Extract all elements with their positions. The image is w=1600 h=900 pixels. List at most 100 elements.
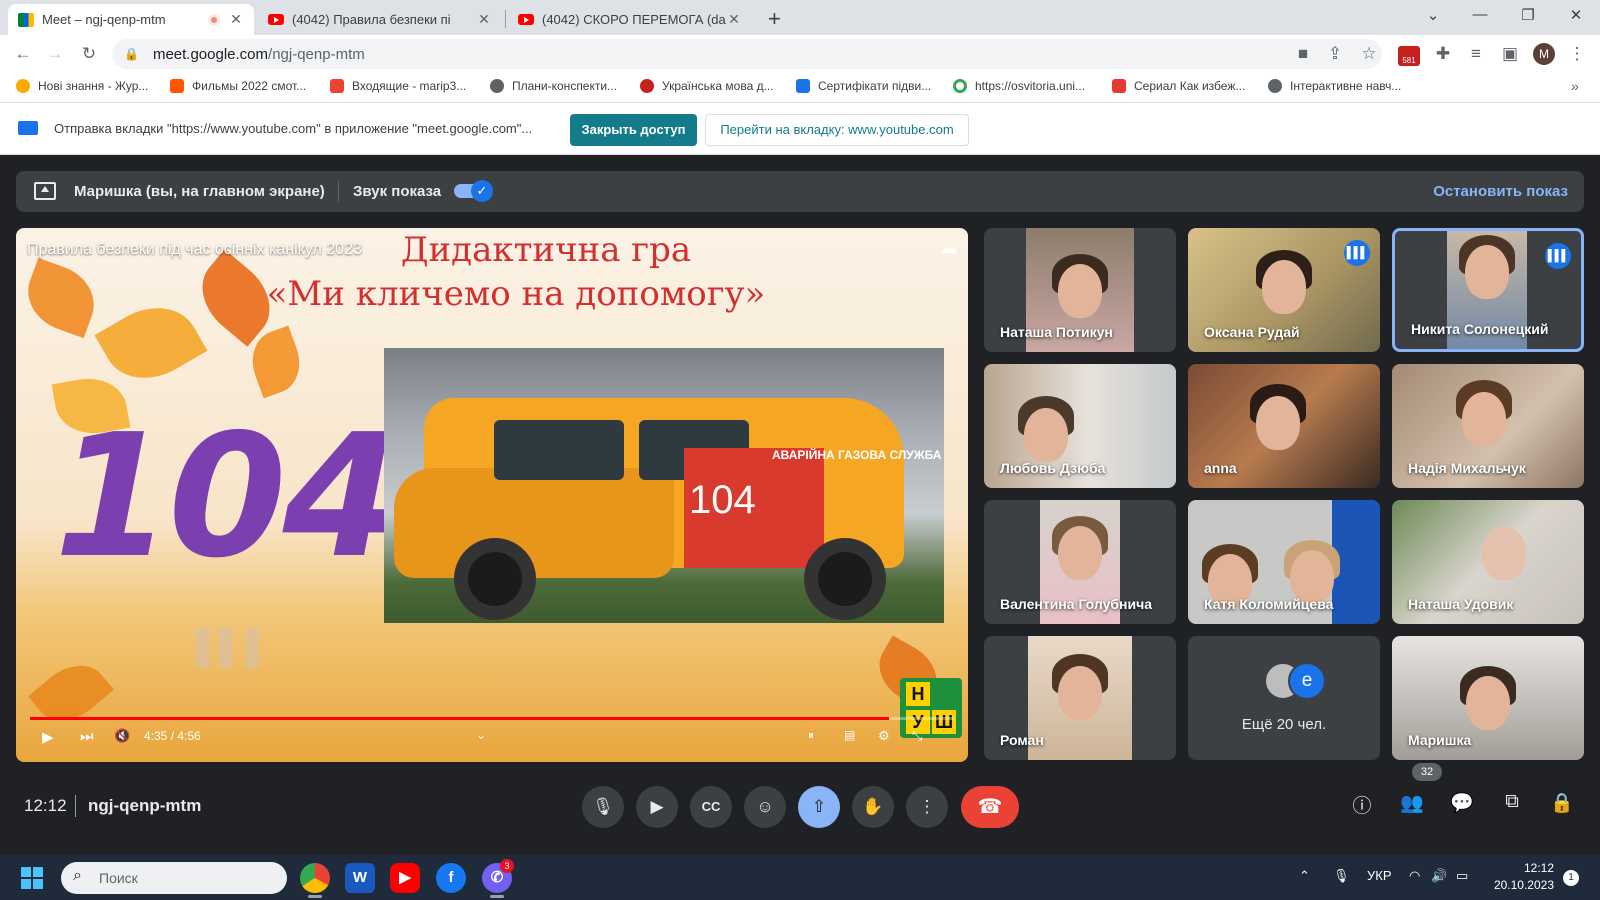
bookmark-item[interactable]: Фильмы 2022 смот...	[170, 79, 306, 93]
back-icon[interactable]: ←	[12, 44, 34, 64]
bookmark-star-icon[interactable]: ☆	[1358, 44, 1380, 64]
tab-youtube-dance[interactable]: (4042) СКОРО ПЕРЕМОГА (danc ✕	[508, 4, 752, 35]
tab-search-icon[interactable]: ⌄	[1418, 6, 1448, 24]
system-time[interactable]: 12:12	[1494, 861, 1554, 875]
participant-tile[interactable]: ▌▌▌ Никита Солонецкий	[1392, 228, 1584, 352]
address-bar[interactable]: 🔒 meet.google.com/ngj-qenp-mtm	[112, 39, 1382, 69]
participant-tile[interactable]: Любовь Дзюба	[984, 364, 1176, 488]
more-bookmarks-icon[interactable]: »	[1571, 78, 1579, 94]
system-date[interactable]: 20.10.2023	[1480, 878, 1554, 892]
shared-video[interactable]: Дидактична гра «Ми кличемо на допомогу» …	[16, 228, 968, 762]
bookmark-item[interactable]: Входящие - marip3...	[330, 79, 466, 93]
more-options-button[interactable]: ⋮	[906, 786, 948, 828]
bookmark-item[interactable]: Інтерактивне навч...	[1268, 79, 1401, 93]
participant-tile[interactable]: Валентина Голубнича	[984, 500, 1176, 624]
new-tab-button[interactable]: +	[768, 6, 781, 32]
video-progress-bar[interactable]	[30, 717, 954, 720]
youtube-icon[interactable]: ▶	[390, 863, 420, 893]
browser-toolbar: ← → ↻ 🔒 meet.google.com/ngj-qenp-mtm ■ ⇪…	[0, 35, 1600, 73]
bookmark-label: Нові знання - Жур...	[38, 79, 149, 93]
participant-tile[interactable]: Наташа Потикун	[984, 228, 1176, 352]
media-control-icon[interactable]: ≡	[1465, 44, 1487, 64]
more-participants-tile[interactable]: e Ещё 20 чел.	[1188, 636, 1380, 760]
subtitles-icon[interactable]: ▤	[844, 728, 855, 742]
share-page-icon[interactable]: ⇪	[1324, 44, 1346, 64]
settings-icon[interactable]: ⚙	[878, 728, 890, 744]
autoplay-icon[interactable]: ⏸	[808, 728, 814, 743]
reload-icon[interactable]: ↻	[78, 44, 100, 64]
mute-icon[interactable]: 🔇	[114, 728, 130, 744]
participant-name: Наташа Потикун	[1000, 324, 1113, 340]
language-indicator[interactable]: УКР	[1367, 868, 1392, 883]
participant-tile[interactable]: Катя Коломийцева	[1188, 500, 1380, 624]
share-arrow-icon[interactable]: ➦	[941, 238, 958, 263]
chrome-icon[interactable]	[300, 863, 330, 898]
word-icon[interactable]: W	[345, 863, 375, 893]
activities-icon[interactable]: ⧉	[1497, 791, 1527, 813]
participant-tile[interactable]: anna	[1188, 364, 1380, 488]
forward-icon[interactable]: →	[44, 44, 66, 64]
extensions-icon[interactable]: ✚	[1432, 44, 1454, 64]
participant-tile[interactable]: Надія Михальчук	[1392, 364, 1584, 488]
volume-icon[interactable]: 🔊	[1431, 868, 1447, 884]
battery-icon[interactable]: ▭	[1456, 868, 1468, 884]
fullscreen-exit-icon[interactable]: ⤡	[912, 728, 922, 744]
bookmark-item[interactable]: Нові знання - Жур...	[16, 79, 148, 93]
leave-call-button[interactable]: ☎	[961, 786, 1019, 828]
chevron-up-icon[interactable]: ⌃	[1299, 868, 1310, 884]
bookmark-item[interactable]: Сертифікати підви...	[796, 79, 931, 93]
extension-badge[interactable]: 581	[1398, 46, 1420, 66]
bookmark-item[interactable]: Українська мова д...	[640, 79, 774, 93]
profile-avatar[interactable]: M	[1533, 43, 1555, 65]
close-tab-icon[interactable]: ✕	[726, 11, 742, 28]
go-to-tab-button[interactable]: Перейти на вкладку: www.youtube.com	[705, 114, 969, 146]
tab-youtube-rules[interactable]: (4042) Правила безпеки пі ✕	[258, 4, 502, 35]
self-view-tile[interactable]: Маришка	[1392, 636, 1584, 760]
close-tab-icon[interactable]: ✕	[476, 11, 492, 28]
wifi-icon[interactable]: ◠	[1409, 868, 1420, 884]
raise-hand-button[interactable]: ✋	[852, 786, 894, 828]
facebook-icon[interactable]: f	[436, 863, 466, 893]
microphone-button[interactable]: 🎙	[582, 786, 624, 828]
restore-button[interactable]: ❐	[1513, 6, 1543, 24]
side-panel-icon[interactable]: ▣	[1499, 44, 1521, 64]
bookmark-item[interactable]: https://osvitoria.uni...	[953, 79, 1085, 93]
participant-tile[interactable]: Роман	[984, 636, 1176, 760]
leaf-decoration	[17, 257, 105, 339]
meeting-info-icon[interactable]: ⓘ	[1347, 791, 1377, 818]
reactions-button[interactable]: ☺	[744, 786, 786, 828]
people-icon[interactable]: 👥	[1397, 791, 1427, 815]
close-tab-icon[interactable]: ✕	[228, 11, 244, 28]
gmail-icon	[330, 79, 344, 93]
site-icon	[640, 79, 654, 93]
menu-icon[interactable]: ⋮	[1566, 44, 1588, 64]
camera-button[interactable]: ▶	[636, 786, 678, 828]
captions-button[interactable]: CC	[690, 786, 732, 828]
notification-badge[interactable]: 1	[1563, 870, 1579, 886]
presenting-banner: Маришка (вы, на главном экране) Звук пок…	[16, 171, 1584, 212]
participant-tile[interactable]: Наташа Удовик	[1392, 500, 1584, 624]
close-access-button[interactable]: Закрыть доступ	[570, 114, 697, 146]
city-silhouette	[196, 628, 286, 668]
chevron-down-icon[interactable]: ⌄	[476, 728, 486, 742]
infobar-text: Отправка вкладки "https://www.youtube.co…	[54, 121, 533, 136]
present-button[interactable]: ⇧	[798, 786, 840, 828]
play-icon[interactable]: ▶	[42, 728, 54, 746]
host-controls-icon[interactable]: 🔒	[1547, 791, 1577, 815]
bookmark-item[interactable]: Сериал Как избеж...	[1112, 79, 1245, 93]
close-window-button[interactable]: ✕	[1561, 6, 1591, 24]
windows-start-icon[interactable]	[21, 867, 43, 889]
microphone-tray-icon[interactable]: 🎙	[1333, 868, 1350, 884]
taskbar-search[interactable]: ⌕ Поиск	[61, 862, 287, 894]
next-icon[interactable]: ⏭	[80, 728, 94, 745]
stop-presenting-button[interactable]: Остановить показ	[1433, 183, 1568, 200]
bookmark-item[interactable]: Плани-конспекти...	[490, 79, 617, 93]
bookmark-label: Фильмы 2022 смот...	[192, 79, 307, 93]
tab-meet[interactable]: Meet – ngj-qenp-mtm ✕	[8, 4, 254, 35]
minimize-button[interactable]: —	[1465, 6, 1495, 23]
participant-tile[interactable]: ▌▌▌ Оксана Рудай	[1188, 228, 1380, 352]
share-audio-toggle[interactable]: ✓	[454, 180, 493, 202]
camera-icon[interactable]: ■	[1292, 44, 1314, 64]
hand-icon: ✋	[862, 797, 884, 816]
chat-icon[interactable]: 💬	[1447, 791, 1477, 815]
